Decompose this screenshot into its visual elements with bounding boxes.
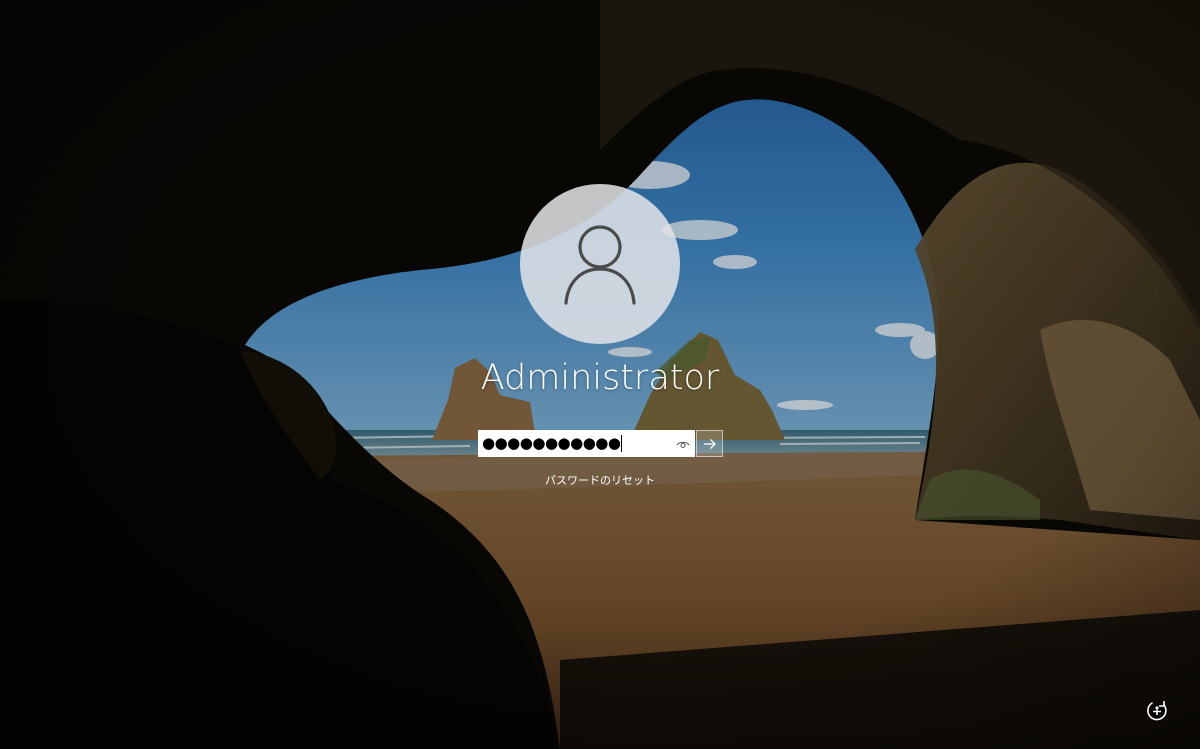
- ease-of-access-button[interactable]: [1144, 698, 1170, 724]
- username-label: Administrator: [480, 358, 720, 398]
- submit-button[interactable]: [696, 430, 723, 457]
- reset-password-link[interactable]: パスワードのリセット: [500, 472, 700, 488]
- password-row: ●●●●●●●●●●●: [478, 430, 723, 457]
- ease-of-access-icon: [1147, 701, 1167, 721]
- arrow-right-icon: [703, 438, 716, 449]
- user-avatar: [520, 184, 680, 344]
- text-caret: [621, 435, 623, 452]
- user-silhouette-icon: [564, 225, 636, 305]
- password-mask: ●●●●●●●●●●●: [482, 434, 621, 452]
- eye-icon[interactable]: [676, 437, 690, 451]
- password-field[interactable]: ●●●●●●●●●●●: [478, 430, 695, 457]
